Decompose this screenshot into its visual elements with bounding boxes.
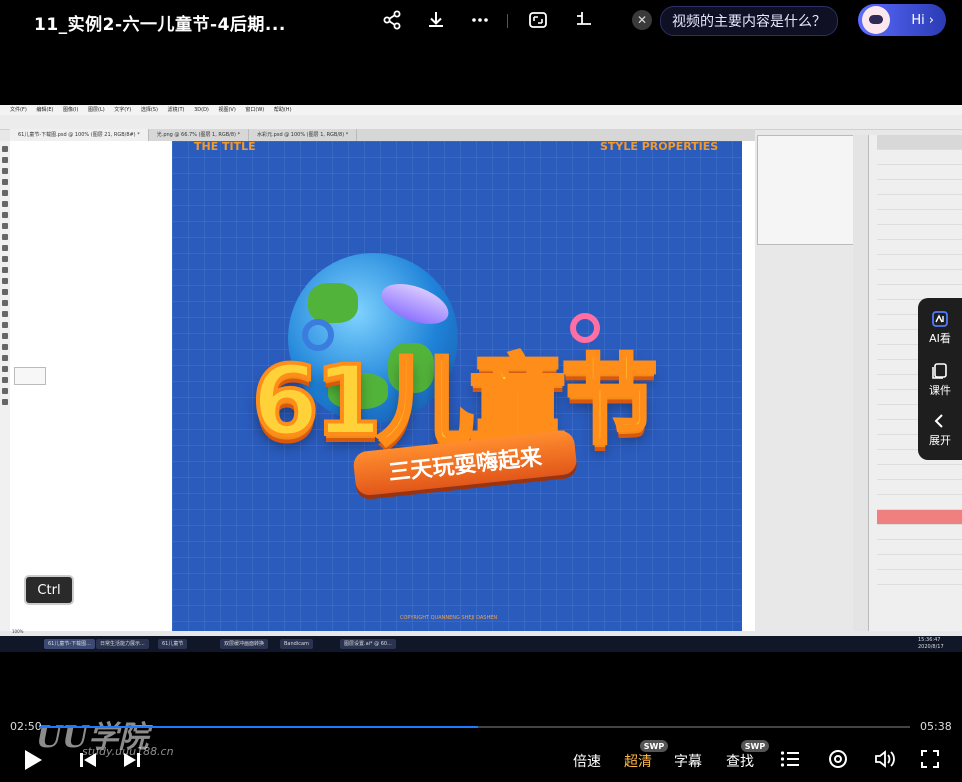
skip-next-icon [124,753,140,767]
artboard-title-left: THE TITLE [194,140,256,153]
ps-menu-item: 3D(D) [194,107,209,113]
side-item-label: AI看 [929,332,951,345]
ps-options-bar [0,115,962,130]
toolbar-divider [507,14,508,28]
share-icon[interactable] [380,8,404,32]
ai-assistant-button[interactable]: Hi › [858,4,946,36]
expand-button[interactable]: 展开 [918,412,962,448]
chevron-right-icon: › [928,12,934,28]
ai-watch-button[interactable]: AI看 [918,310,962,346]
ps-zoom-level: 100% [12,629,24,634]
ps-menu-item: 图像(I) [63,107,79,113]
ps-properties-panel [757,135,855,245]
ctrl-key-overlay: Ctrl [24,575,74,605]
total-time: 05:38 [920,720,952,733]
taskbar-clock: 15:36:47 [918,637,941,643]
side-float-panel: AI看 课件 展开 [918,298,962,460]
ai-watch-icon [932,311,948,327]
skip-previous-icon [80,753,96,767]
close-icon[interactable]: ✕ [632,10,652,30]
windows-taskbar: 61儿童节-下载图... 日常生活能力展示... 61儿童节 双层缓冲画面转换 … [0,636,962,652]
ps-menu-item: 窗口(W) [245,107,265,113]
artboard: THE TITLE STYLE PROPERTIES 61儿童节 三天玩耍嗨起来… [172,140,742,631]
volume-button[interactable] [874,749,896,773]
ps-doc-tab: 水彩元.psd @ 100% (图层 1, RGB/8) * [249,129,358,141]
ps-menu-item: 滤镜(T) [167,107,185,113]
speed-button[interactable]: 倍速 [573,751,601,771]
list-icon [780,751,799,767]
side-item-label: 展开 [929,434,951,447]
settings-button[interactable] [828,749,848,773]
ai-question-input[interactable]: 视频的主要内容是什么？ [660,6,838,36]
hi-label: Hi [911,12,925,28]
artboard-title-right: STYLE PROPERTIES [600,140,719,153]
progress-played [40,726,478,728]
more-icon[interactable] [468,8,492,32]
ps-menu-item: 图层(L) [88,107,105,113]
ps-menu-item: 帮助(H) [273,107,292,113]
mini-window-icon[interactable] [572,8,596,32]
ps-menu-item: 选择(S) [140,107,158,113]
volume-icon [875,750,895,768]
fullscreen-button[interactable] [920,749,940,773]
courseware-icon [932,363,947,379]
quality-badge: SWP [640,740,668,752]
ps-menu-item: 编辑(E) [36,107,54,113]
artboard-copyright: COPYRIGHT QUANNENG SHEJI DASHEN [400,615,498,621]
target-settings-icon [829,750,847,768]
expand-chevron-icon [934,414,943,428]
ps-menubar: 文件(F) 编辑(E) 图像(I) 图层(L) 文字(Y) 选择(S) 滤镜(T… [0,105,962,115]
taskbar-item: 61儿童节-下载图... [44,639,95,649]
video-frame[interactable]: 文件(F) 编辑(E) 图像(I) 图层(L) 文字(Y) 选择(S) 滤镜(T… [0,105,962,636]
crop-screen-icon[interactable] [526,8,550,32]
ps-menu-item: 文字(Y) [114,107,132,113]
video-title: 11_实例2-六一儿童节-4后期... [34,15,286,35]
quality-button[interactable]: 超清 [624,751,652,771]
download-icon[interactable] [424,8,448,32]
playlist-button[interactable] [780,750,800,772]
current-time: 02:50 [10,720,42,733]
taskbar-item: 双层缓冲画面转换 [220,639,269,649]
taskbar-item: 日常生活能力展示... [96,639,149,649]
ps-panel-strip [853,135,868,631]
side-item-label: 课件 [929,384,951,397]
taskbar-item: 图层设置.ai* @ 60... [340,639,396,649]
ps-floating-panel [14,367,46,385]
subtitle-button[interactable]: 字幕 [674,751,702,771]
taskbar-date: 2020/8/17 [918,644,944,650]
fullscreen-icon [921,750,939,768]
taskbar-item: Bandicam [280,639,313,649]
ps-menu-item: 文件(F) [10,107,27,113]
search-badge: SWP [741,740,769,752]
taskbar-item: 61儿童节 [158,639,188,649]
play-icon [25,750,42,770]
ps-doc-tab: 61儿童节-下载图.psd @ 100% (图层 21, RGB/8#) * [10,129,149,141]
ps-menu-item: 视图(V) [218,107,236,113]
robot-avatar-icon [862,6,890,34]
search-button[interactable]: 查找 [726,751,754,771]
previous-button[interactable] [78,751,98,773]
courseware-button[interactable]: 课件 [918,362,962,398]
next-button[interactable] [122,751,142,773]
play-button[interactable] [22,748,44,776]
